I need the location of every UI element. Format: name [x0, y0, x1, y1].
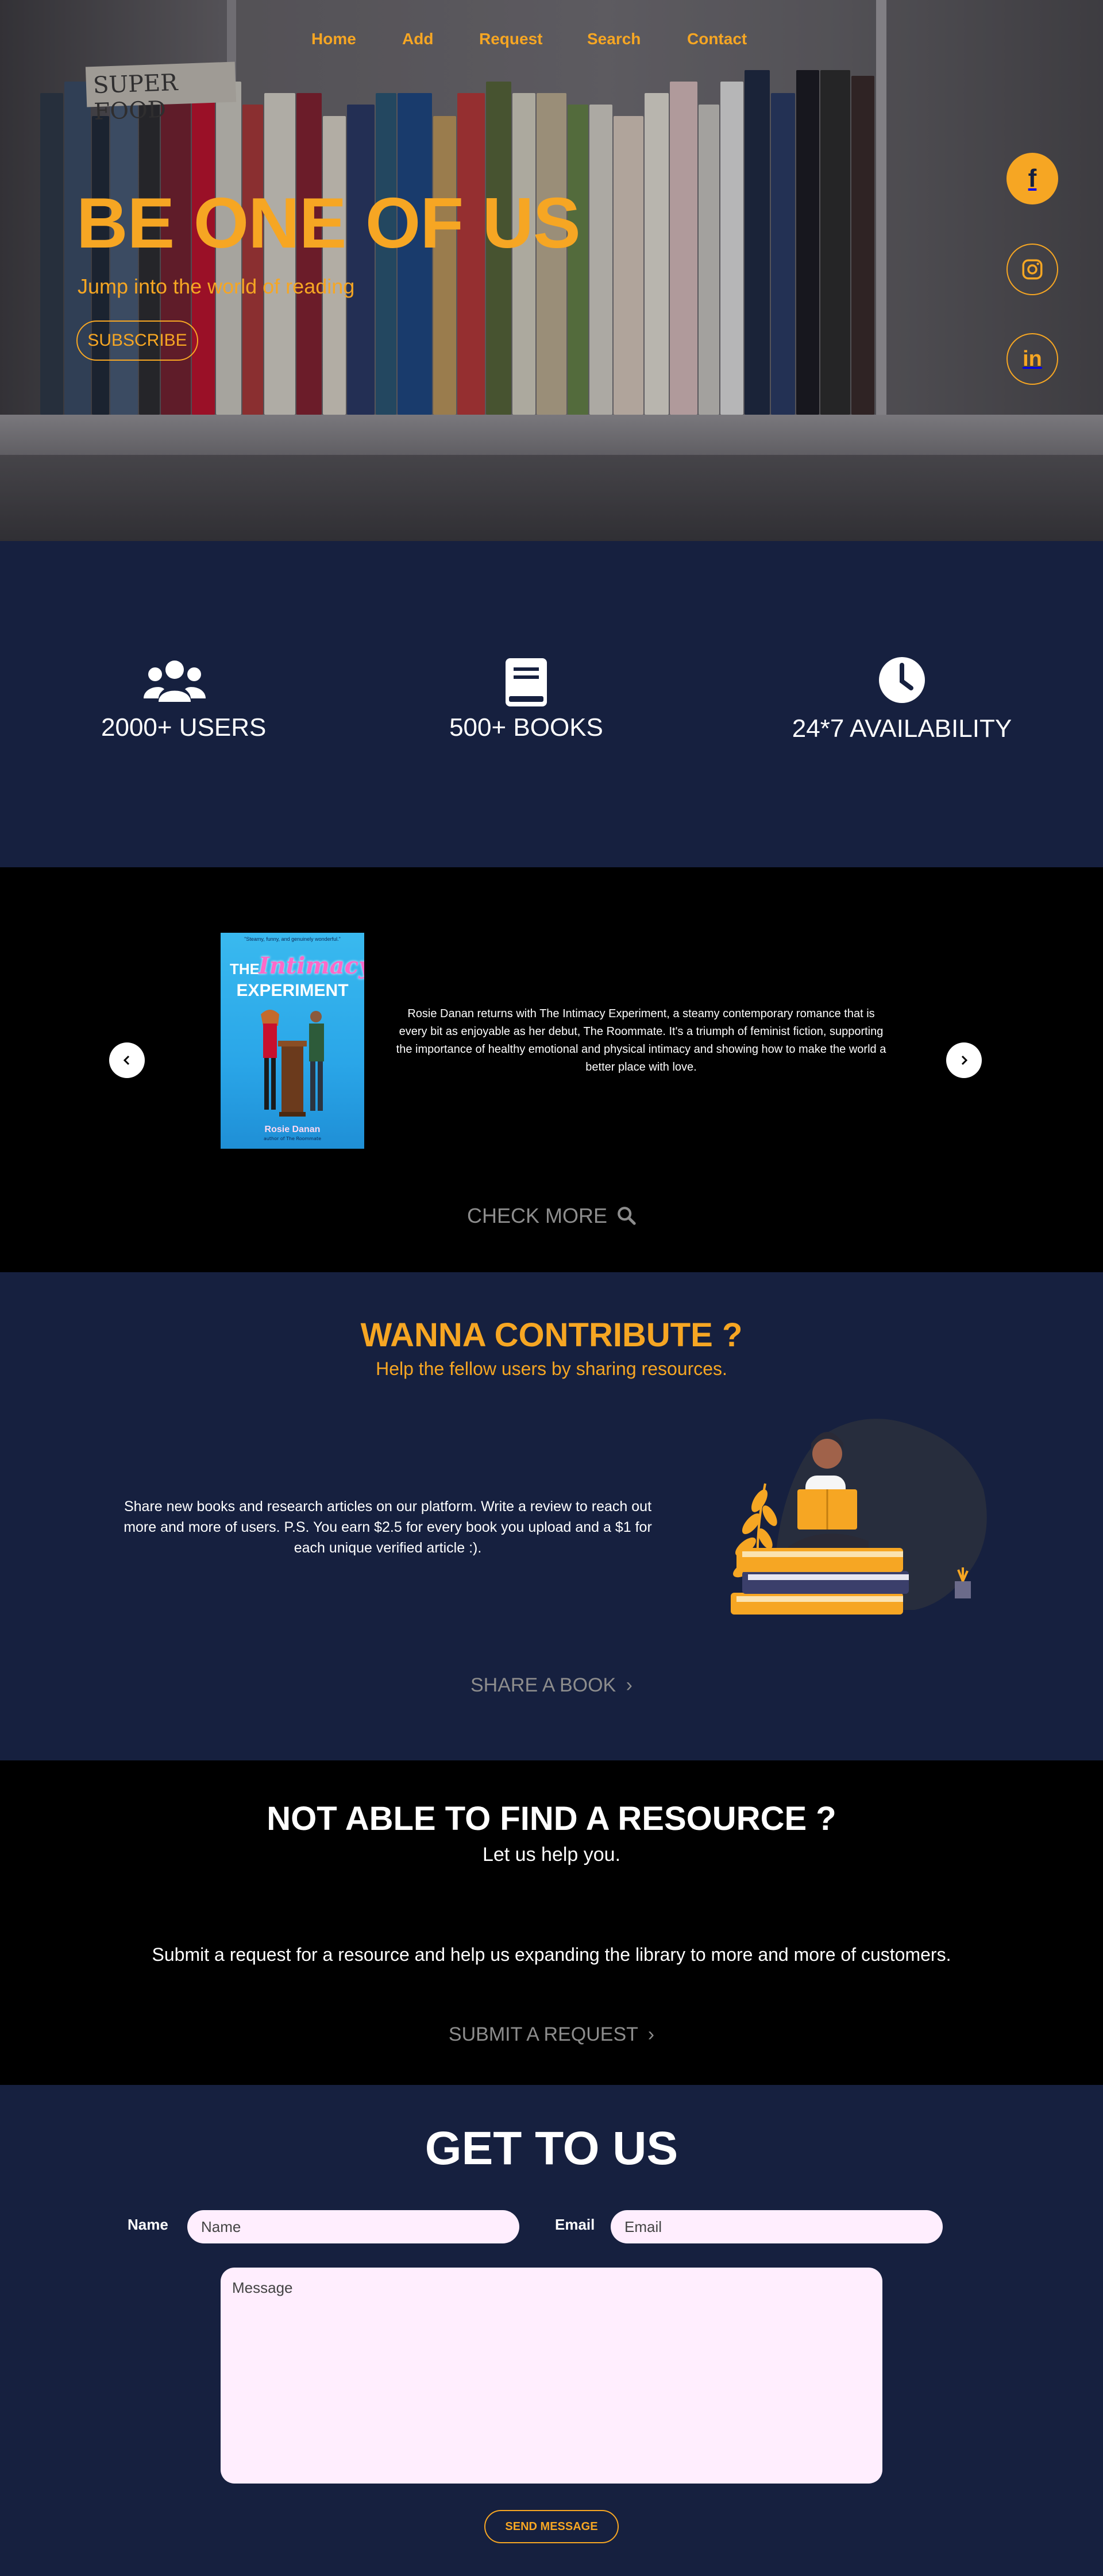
- stat-availability-label: 24*7 AVAILABILITY: [792, 715, 1012, 743]
- chevron-right-icon: [961, 1055, 968, 1065]
- check-more-label: CHECK MORE: [466, 1204, 607, 1227]
- hero-section: SUPER FOOD Home Add Request Search Conta…: [0, 0, 1103, 541]
- share-book-label: SHARE A BOOK: [470, 1674, 616, 1696]
- name-input[interactable]: [187, 2210, 519, 2243]
- cover-author-sub: author of The Roommate: [263, 1136, 322, 1141]
- instagram-icon: [1022, 259, 1043, 280]
- facebook-link[interactable]: f: [1006, 153, 1058, 204]
- email-label: Email: [555, 2216, 595, 2233]
- nav-home[interactable]: Home: [311, 30, 356, 48]
- contribute-text: Share new books and research articles on…: [124, 1499, 652, 1556]
- clock-icon: [879, 657, 925, 703]
- contribute-section: WANNA CONTRIBUTE ? Help the fellow users…: [0, 1272, 1103, 1760]
- send-message-button[interactable]: SEND MESSAGE: [484, 2510, 619, 2543]
- request-subtitle: Let us help you.: [482, 1844, 621, 1866]
- reading-illustration: [731, 1419, 987, 1615]
- facebook-icon: f: [1028, 164, 1037, 192]
- book-cover[interactable]: "Steamy, funny, and genuinely wonderful.…: [221, 933, 364, 1149]
- nav-search[interactable]: Search: [587, 30, 641, 48]
- chevron-right-icon: ›: [647, 2023, 655, 2045]
- hero-subtitle: Jump into the world of reading: [78, 275, 355, 298]
- contribute-subtitle: Help the fellow users by sharing resourc…: [376, 1358, 727, 1379]
- request-text: Submit a request for a resource and help…: [152, 1944, 951, 1965]
- hero-title: BE ONE OF US: [76, 184, 581, 263]
- request-title: NOT ABLE TO FIND A RESOURCE ?: [267, 1800, 836, 1837]
- main-nav: Home Add Request Search Contact: [0, 30, 1103, 53]
- instagram-link[interactable]: [1006, 244, 1058, 295]
- submit-request-label: SUBMIT A REQUEST: [448, 2023, 638, 2045]
- nav-add[interactable]: Add: [402, 30, 433, 48]
- check-more-link[interactable]: CHECK MORE: [0, 1204, 1103, 1228]
- request-section: NOT ABLE TO FIND A RESOURCE ? Let us hel…: [0, 1760, 1103, 2085]
- share-book-link[interactable]: SHARE A BOOK ›: [0, 1674, 1103, 1697]
- cover-title-script: Intimacy: [259, 952, 364, 979]
- submit-request-link[interactable]: SUBMIT A REQUEST ›: [0, 2023, 1103, 2046]
- chevron-left-icon: [123, 1055, 130, 1065]
- linkedin-icon: in: [1023, 346, 1042, 371]
- contact-title: GET TO US: [425, 2122, 678, 2175]
- book-description: Rosie Danan returns with The Intimacy Ex…: [396, 1007, 886, 1073]
- nav-contact[interactable]: Contact: [687, 30, 747, 48]
- carousel-next-button[interactable]: [946, 1042, 982, 1078]
- nav-request[interactable]: Request: [479, 30, 542, 48]
- contact-section: GET TO US Name Email SEND MESSAGE: [0, 2085, 1103, 2576]
- cover-author: Rosie Danan: [264, 1125, 321, 1134]
- users-icon: [144, 661, 206, 702]
- cover-blurb: "Steamy, funny, and genuinely wonderful.…: [244, 936, 341, 942]
- search-icon: [618, 1207, 636, 1225]
- subscribe-button[interactable]: SUBSCRIBE: [76, 320, 198, 361]
- name-label: Name: [128, 2216, 168, 2233]
- cover-title-main: EXPERIMENT: [236, 981, 349, 1000]
- email-input[interactable]: [611, 2210, 943, 2243]
- book-carousel: "Steamy, funny, and genuinely wonderful.…: [0, 867, 1103, 1272]
- message-input[interactable]: [221, 2268, 882, 2484]
- carousel-prev-button[interactable]: [109, 1042, 145, 1078]
- contribute-title: WANNA CONTRIBUTE ?: [360, 1316, 743, 1354]
- stats-section: 2000+ USERS 500+ BOOKS 24*7 AVAILABILITY: [0, 541, 1103, 867]
- hero-overlay: [0, 0, 1103, 541]
- cover-illustration: [261, 1010, 324, 1117]
- linkedin-link[interactable]: in: [1006, 333, 1058, 385]
- stat-books-label: 500+ BOOKS: [449, 713, 603, 741]
- stat-users-label: 2000+ USERS: [101, 713, 267, 741]
- cover-the: THE: [230, 960, 260, 978]
- book-icon: [506, 658, 547, 706]
- chevron-right-icon: ›: [626, 1674, 633, 1696]
